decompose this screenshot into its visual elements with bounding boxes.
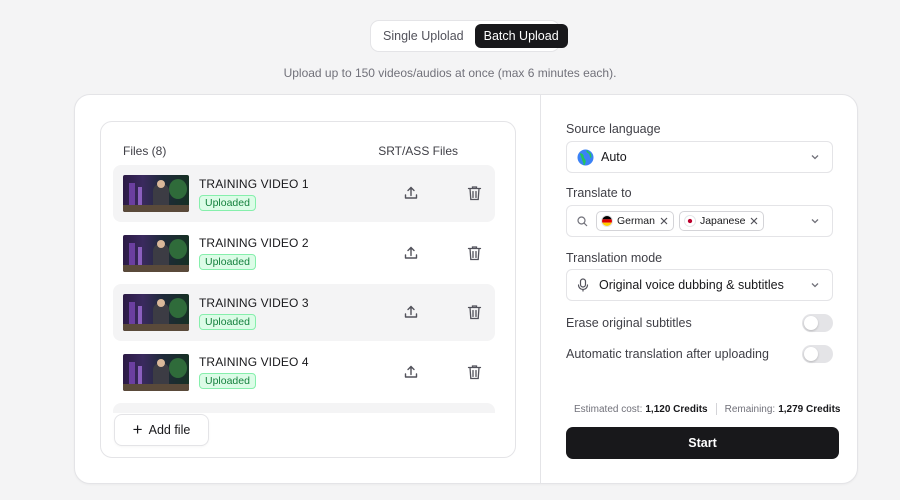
upload-icon[interactable] <box>403 364 419 380</box>
close-icon[interactable] <box>659 216 669 226</box>
file-name: TRAINING VIDEO 3 <box>199 295 309 310</box>
add-file-button[interactable]: + Add file <box>114 414 209 446</box>
translate-to-label: Translate to <box>566 186 632 200</box>
upload-subtitle: Upload up to 150 videos/audios at once (… <box>283 66 617 80</box>
translation-mode-value: Original voice dubbing & subtitles <box>599 278 784 292</box>
plus-icon: + <box>132 419 143 439</box>
close-icon[interactable] <box>749 216 759 226</box>
chevron-down-icon <box>811 155 819 160</box>
file-row: TRAINING VIDEO 2 Uploaded <box>113 225 495 282</box>
auto-translate-toggle[interactable] <box>802 345 833 363</box>
trash-icon[interactable] <box>467 245 482 261</box>
files-count-label: Files (8) <box>123 144 167 158</box>
status-badge: Uploaded <box>199 313 256 330</box>
panel-divider <box>540 95 541 483</box>
batch-upload-card: Files (8) SRT/ASS Files TRAINING VIDEO 1… <box>74 94 858 484</box>
erase-subtitles-row: Erase original subtitles <box>566 314 833 332</box>
source-language-label: Source language <box>566 122 661 136</box>
microphone-icon <box>577 278 589 292</box>
japanese-flag-icon <box>683 215 696 227</box>
language-tag-german: German <box>596 211 674 231</box>
file-row-partial <box>113 403 495 413</box>
upload-mode-toggle: Single Uplolad Batch Upload <box>370 20 568 52</box>
single-upload-tab[interactable]: Single Uplolad <box>374 24 473 48</box>
trash-icon[interactable] <box>467 185 482 201</box>
file-name: TRAINING VIDEO 1 <box>199 176 309 191</box>
cost-summary: Estimated cost: 1,120 Credits Remaining:… <box>574 403 840 415</box>
trash-icon[interactable] <box>467 364 482 380</box>
language-tag-label: Japanese <box>699 215 746 227</box>
auto-translate-label: Automatic translation after uploading <box>566 347 769 361</box>
file-row: TRAINING VIDEO 3 Uploaded <box>113 284 495 341</box>
file-meta: TRAINING VIDEO 2 Uploaded <box>199 236 309 270</box>
erase-subtitles-toggle[interactable] <box>802 314 833 332</box>
add-file-label: Add file <box>148 423 191 437</box>
auto-translate-row: Automatic translation after uploading <box>566 345 833 363</box>
chevron-down-icon <box>811 283 819 288</box>
start-button[interactable]: Start <box>566 427 839 459</box>
status-badge: Uploaded <box>199 194 256 211</box>
cost-divider <box>715 403 717 415</box>
video-thumbnail <box>123 294 189 331</box>
file-name: TRAINING VIDEO 2 <box>199 236 309 250</box>
erase-subtitles-label: Erase original subtitles <box>566 316 692 330</box>
status-badge: Uploaded <box>199 254 256 270</box>
file-row: TRAINING VIDEO 1 Uploaded <box>113 165 495 222</box>
source-language-value: Auto <box>601 150 627 164</box>
files-header: Files (8) SRT/ASS Files <box>123 144 493 158</box>
status-badge: Uploaded <box>199 373 256 389</box>
file-name: TRAINING VIDEO 4 <box>199 355 309 369</box>
file-list[interactable]: TRAINING VIDEO 1 Uploaded TRAINING VIDEO… <box>113 165 495 413</box>
estimated-cost-value: 1,120 Credits <box>645 403 708 415</box>
estimated-cost-label: Estimated cost: <box>574 403 643 415</box>
file-meta: TRAINING VIDEO 3 Uploaded <box>199 296 309 330</box>
upload-icon[interactable] <box>403 245 419 261</box>
translation-mode-select[interactable]: Original voice dubbing & subtitles <box>566 269 833 301</box>
srt-files-label: SRT/ASS Files <box>378 144 458 158</box>
video-thumbnail <box>123 353 189 391</box>
translation-mode-label: Translation mode <box>566 251 663 265</box>
file-row: TRAINING VIDEO 4 Uploaded <box>113 344 495 401</box>
upload-icon[interactable] <box>403 185 419 201</box>
file-meta: TRAINING VIDEO 4 Uploaded <box>199 355 309 389</box>
video-thumbnail <box>123 175 189 212</box>
remaining-label: Remaining: <box>724 403 776 415</box>
search-icon <box>577 215 588 226</box>
translate-to-select[interactable]: German Japanese <box>566 205 833 237</box>
file-meta: TRAINING VIDEO 1 Uploaded <box>199 177 309 211</box>
video-thumbnail <box>123 234 189 272</box>
german-flag-icon <box>601 215 613 227</box>
upload-icon[interactable] <box>403 304 419 320</box>
trash-icon[interactable] <box>467 304 482 320</box>
globe-icon <box>577 149 594 165</box>
language-tag-label: German <box>617 215 655 227</box>
remaining-value: 1,279 Credits <box>778 403 841 415</box>
files-panel: Files (8) SRT/ASS Files TRAINING VIDEO 1… <box>100 121 516 458</box>
source-language-select[interactable]: Auto <box>566 141 833 173</box>
batch-upload-tab[interactable]: Batch Upload <box>474 24 568 48</box>
chevron-down-icon <box>811 219 819 224</box>
language-tag-japanese: Japanese <box>678 211 765 231</box>
